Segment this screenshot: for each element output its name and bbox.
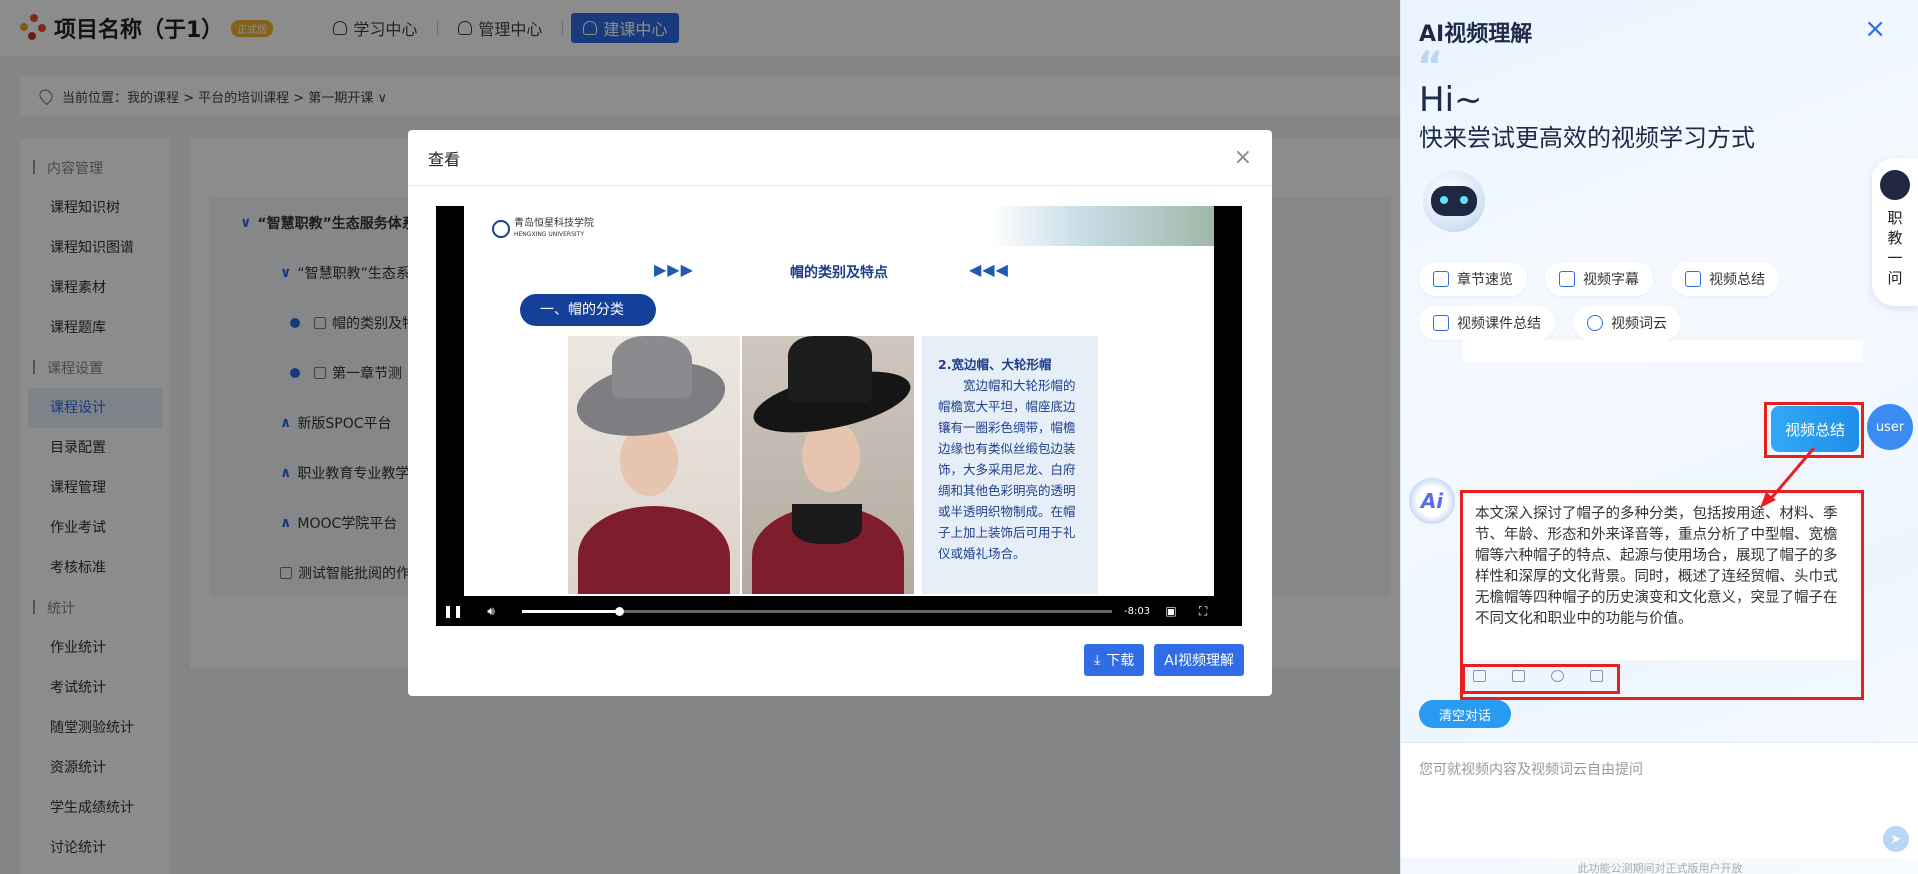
- send-icon[interactable]: ➤: [1883, 826, 1909, 852]
- progress-knob[interactable]: [615, 606, 625, 616]
- side-label-3: 一: [1887, 249, 1903, 267]
- close-icon[interactable]: ×: [1864, 14, 1886, 44]
- highlight-reply-actions: [1462, 664, 1620, 694]
- slide-text-body: 宽边帽和大轮形帽的帽檐宽大平坦，帽座底边镶有一圈彩色绸带，帽檐边缘也有类似丝缎包…: [938, 378, 1076, 561]
- pause-icon[interactable]: ❚❚: [443, 604, 463, 618]
- cloud-icon: [1587, 315, 1603, 331]
- text-icon: [1433, 315, 1449, 331]
- school-logo: 青岛恒星科技学院 HENGXING UNIVERSITY: [492, 218, 594, 240]
- previous-message-clipped: [1463, 340, 1863, 362]
- feature-row-1: 章节速览 视频字幕 视频总结: [1419, 262, 1779, 296]
- slogan: 快来尝试更高效的视频学习方式: [1419, 124, 1755, 152]
- hat-photo-2: [742, 336, 914, 594]
- progress-bar[interactable]: [522, 606, 1112, 616]
- chat-input-area: ➤: [1401, 742, 1918, 859]
- annotation-arrow: [1760, 447, 1816, 508]
- player-controls: ❚❚ 🔊︎ -8:03 ▣ ⛶: [436, 596, 1242, 626]
- courseware-summary-button[interactable]: 视频课件总结: [1419, 306, 1555, 340]
- slide-section-pill: 一、帽的分类: [520, 294, 656, 326]
- school-emblem-icon: [492, 220, 510, 238]
- ai-video-understand-button[interactable]: AI视频理解: [1154, 644, 1244, 676]
- video-subtitles-button[interactable]: 视频字幕: [1545, 262, 1653, 296]
- school-name-en: HENGXING UNIVERSITY: [514, 231, 584, 238]
- dialog-title: 查看: [428, 149, 461, 169]
- feature-row-2: 视频课件总结 视频词云: [1419, 306, 1681, 340]
- video-frame: 青岛恒星科技学院 HENGXING UNIVERSITY ▶▶▶ 帽的类别及特点…: [464, 206, 1214, 596]
- progress-fill: [522, 609, 620, 613]
- chapter-overview-button[interactable]: 章节速览: [1419, 262, 1527, 296]
- fullscreen-icon[interactable]: ⛶: [1196, 604, 1210, 618]
- slide-textbox: 2.宽边帽、大轮形帽 宽边帽和大轮形帽的帽檐宽大平坦，帽座底边镶有一圈彩色绸带，…: [922, 336, 1098, 594]
- download-icon: ⤓: [1094, 652, 1101, 668]
- dialog-header: 查看 ×: [408, 130, 1272, 186]
- download-button[interactable]: ⤓ 下载: [1084, 644, 1145, 676]
- beta-notice: 此功能公测期间对正式版用户开放: [1577, 862, 1743, 874]
- picture-in-picture-icon[interactable]: ▣: [1164, 604, 1178, 618]
- dialog-buttons: ⤓ 下载 AI视频理解: [1084, 644, 1244, 676]
- time-remaining: -8:03: [1124, 605, 1151, 617]
- side-label-2: 教: [1887, 229, 1903, 247]
- greeting: Hi~: [1419, 80, 1483, 120]
- volume-icon[interactable]: 🔊︎: [484, 604, 498, 618]
- list-icon: [1433, 271, 1449, 287]
- hat-photo-1: [568, 336, 740, 594]
- robot-avatar: [1423, 170, 1485, 232]
- ai-avatar: Ai: [1409, 478, 1455, 524]
- chat-input[interactable]: [1401, 743, 1918, 859]
- close-icon[interactable]: ×: [1234, 145, 1252, 170]
- school-name: 青岛恒星科技学院: [514, 218, 594, 229]
- video-summary-button[interactable]: 视频总结: [1671, 262, 1779, 296]
- video-player[interactable]: 青岛恒星科技学院 HENGXING UNIVERSITY ▶▶▶ 帽的类别及特点…: [436, 206, 1242, 626]
- user-avatar: user: [1867, 404, 1913, 450]
- clear-chat-button[interactable]: 清空对话: [1419, 700, 1512, 728]
- side-label-1: 职: [1887, 209, 1903, 227]
- subtitle-icon: [1559, 271, 1575, 287]
- word-cloud-button[interactable]: 视频词云: [1573, 306, 1681, 340]
- summary-icon: [1685, 271, 1701, 287]
- slide-text-title: 2.宽边帽、大轮形帽: [938, 357, 1052, 372]
- arrows-right: ◀◀◀: [969, 260, 1009, 279]
- view-dialog: 查看 × 青岛恒星科技学院 HENGXING UNIVERSITY ▶▶▶ 帽的…: [408, 130, 1272, 696]
- assistant-launcher[interactable]: 职 教 一 问: [1872, 158, 1918, 306]
- side-label-4: 问: [1887, 269, 1903, 287]
- robot-icon: [1880, 170, 1910, 200]
